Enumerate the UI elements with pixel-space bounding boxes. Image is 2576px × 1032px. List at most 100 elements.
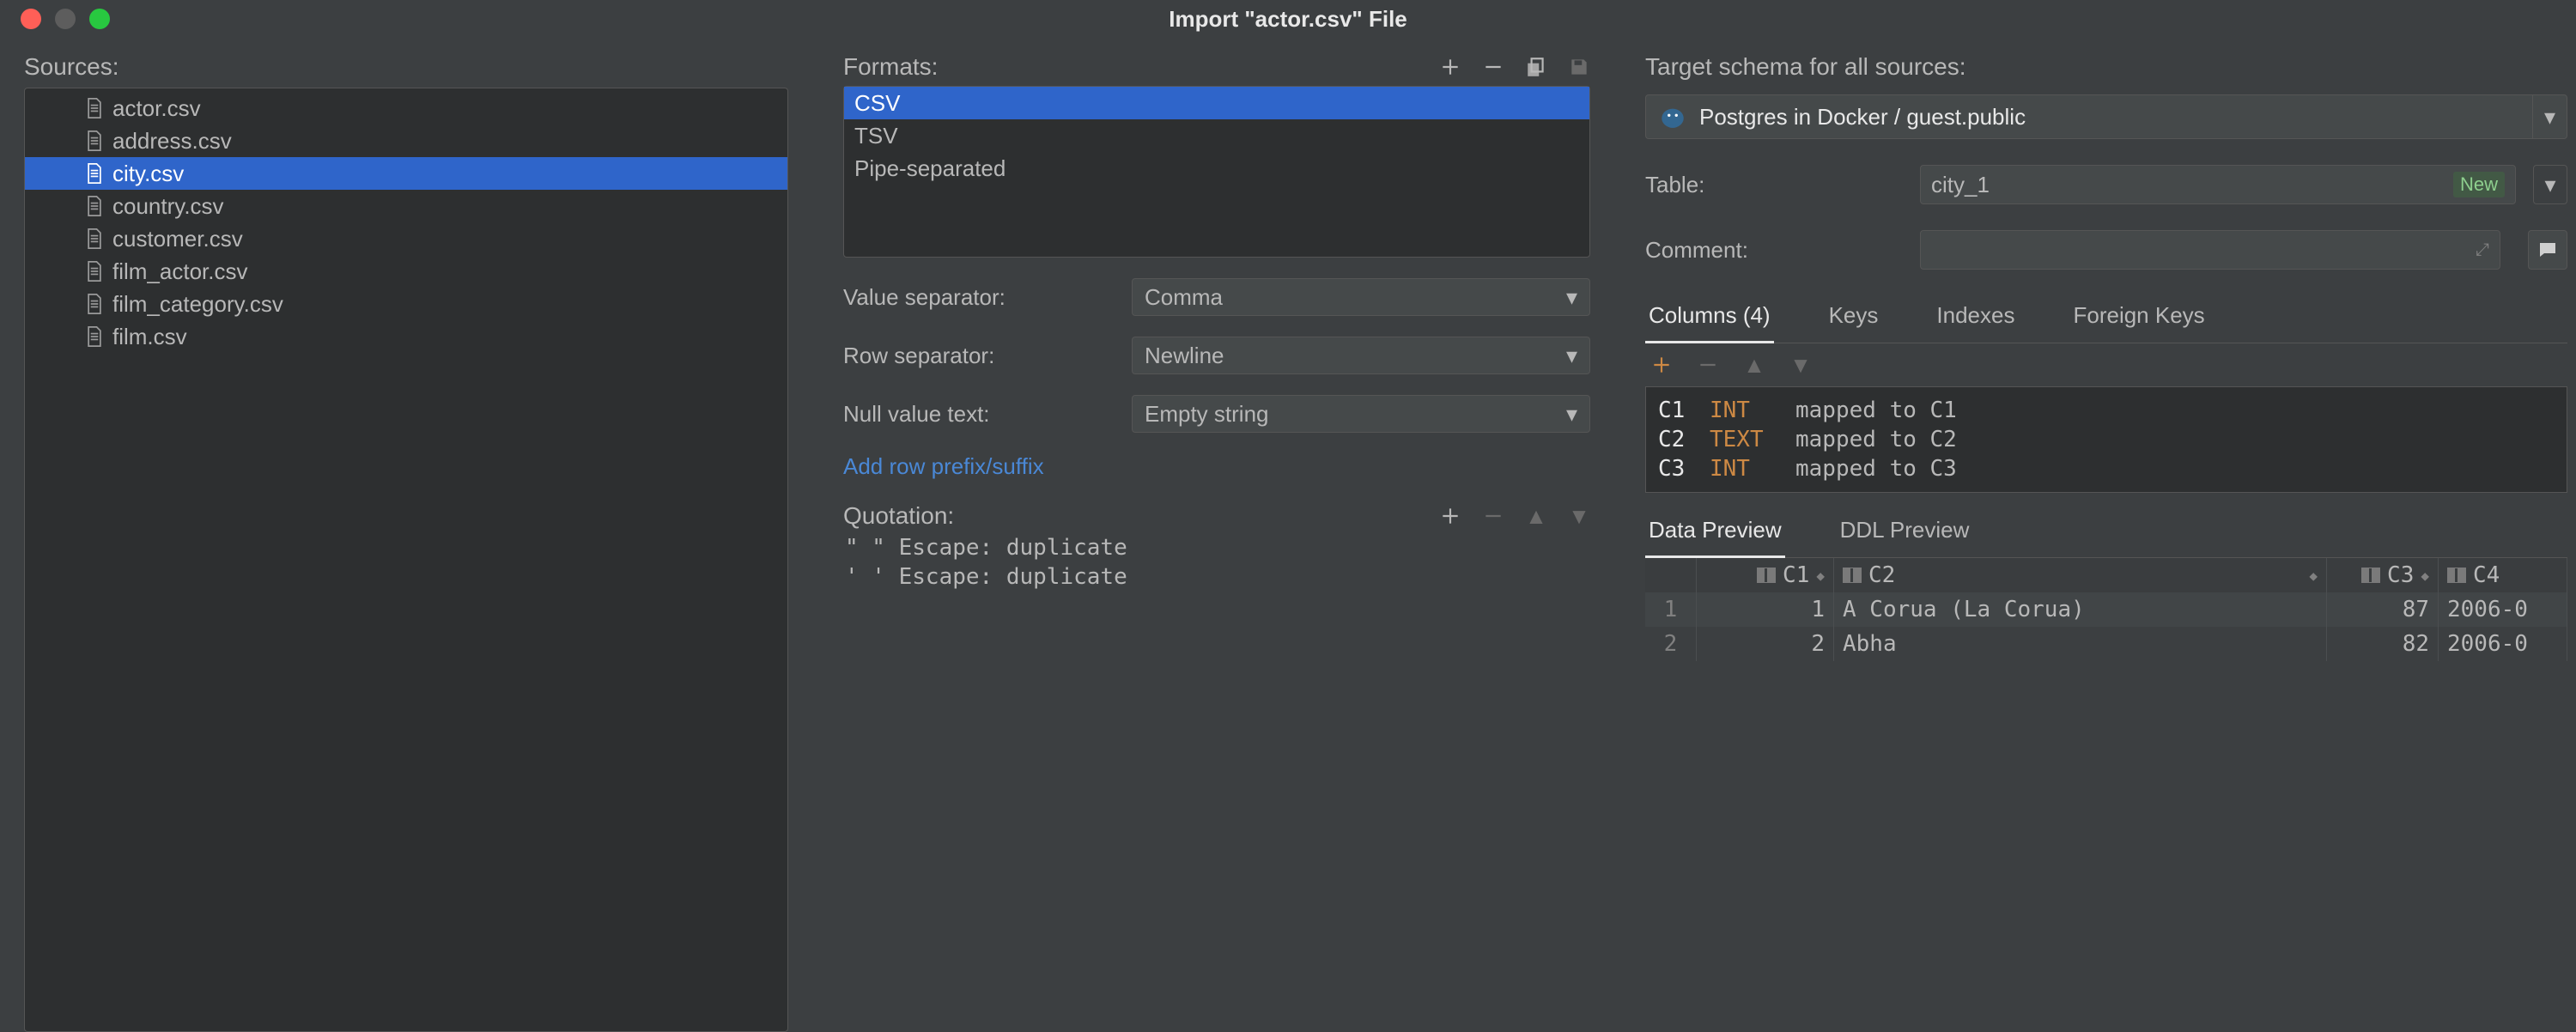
move-up-icon: ▲ bbox=[1525, 505, 1547, 527]
grid-row[interactable]: 11A Corua (La Corua)872006-0 bbox=[1645, 592, 2567, 627]
source-item[interactable]: customer.csv bbox=[25, 222, 787, 255]
source-file-name: film.csv bbox=[112, 324, 187, 350]
source-item[interactable]: address.csv bbox=[25, 124, 787, 157]
format-item[interactable]: CSV bbox=[844, 87, 1589, 119]
column-mapping-row[interactable]: C1INTmapped to C1 bbox=[1658, 396, 2555, 425]
source-item[interactable]: film.csv bbox=[25, 320, 787, 353]
table-name-input[interactable]: city_1 New bbox=[1920, 165, 2516, 204]
column-type: INT bbox=[1710, 398, 1795, 423]
cell-c4[interactable]: 2006-0 bbox=[2439, 592, 2567, 627]
grid-header-c2[interactable]: C2◆ bbox=[1834, 558, 2327, 592]
source-item[interactable]: actor.csv bbox=[25, 92, 787, 124]
column-mapping-row[interactable]: C3INTmapped to C3 bbox=[1658, 454, 2555, 483]
tab-indexes[interactable]: Indexes bbox=[1933, 295, 2018, 343]
target-schema-chevron[interactable]: ▾ bbox=[2532, 95, 2567, 138]
row-separator-select[interactable]: Newline ▾ bbox=[1132, 337, 1590, 374]
file-icon bbox=[85, 228, 104, 249]
maximize-window-button[interactable] bbox=[89, 9, 110, 29]
file-icon bbox=[85, 98, 104, 118]
cell-c2[interactable]: Abha bbox=[1834, 627, 2327, 661]
tab-data-preview[interactable]: Data Preview bbox=[1645, 510, 1785, 558]
grid-header-row: C1◆ C2◆ C3◆ C4 bbox=[1645, 558, 2567, 592]
tab-keys[interactable]: Keys bbox=[1826, 295, 1882, 343]
window-controls bbox=[21, 9, 110, 29]
column-mapping-row[interactable]: C2TEXTmapped to C2 bbox=[1658, 425, 2555, 454]
row-number: 1 bbox=[1645, 592, 1697, 627]
column-mapping-list: C1INTmapped to C1C2TEXTmapped to C2C3INT… bbox=[1645, 386, 2567, 493]
comment-input[interactable]: ⤢ bbox=[1920, 230, 2500, 270]
source-file-name: film_category.csv bbox=[112, 291, 283, 318]
column-down-icon: ▼ bbox=[1789, 354, 1812, 376]
null-value-label: Null value text: bbox=[843, 401, 1118, 428]
titlebar: Import "actor.csv" File bbox=[0, 0, 2576, 38]
grid-header-c4[interactable]: C4 bbox=[2439, 558, 2567, 592]
add-column-icon[interactable] bbox=[1650, 354, 1673, 376]
grid-corner bbox=[1645, 558, 1697, 592]
window-title: Import "actor.csv" File bbox=[0, 6, 2576, 33]
tab-foreign-keys[interactable]: Foreign Keys bbox=[2069, 295, 2208, 343]
cell-c4[interactable]: 2006-0 bbox=[2439, 627, 2567, 661]
comment-dialog-button[interactable] bbox=[2528, 230, 2567, 270]
minimize-window-button[interactable] bbox=[55, 9, 76, 29]
column-icon bbox=[1843, 568, 1862, 583]
tab-columns-4-[interactable]: Columns (4) bbox=[1645, 295, 1774, 343]
close-window-button[interactable] bbox=[21, 9, 41, 29]
chevron-down-icon: ▾ bbox=[1566, 401, 1577, 428]
value-separator-label: Value separator: bbox=[843, 284, 1118, 311]
quotation-item[interactable]: ' ' Escape: duplicate bbox=[843, 562, 1590, 592]
column-icon bbox=[2447, 568, 2466, 583]
target-schema-select[interactable]: Postgres in Docker / guest.public ▾ bbox=[1645, 94, 2567, 139]
cell-c2[interactable]: A Corua (La Corua) bbox=[1834, 592, 2327, 627]
remove-column-icon bbox=[1697, 354, 1719, 376]
source-item[interactable]: city.csv bbox=[25, 157, 787, 190]
expand-icon[interactable]: ⤢ bbox=[2476, 240, 2489, 260]
target-schema-label: Target schema for all sources: bbox=[1645, 53, 2567, 81]
grid-header-c3[interactable]: C3◆ bbox=[2327, 558, 2439, 592]
file-icon bbox=[85, 294, 104, 314]
quotation-list: " " Escape: duplicate' ' Escape: duplica… bbox=[843, 533, 1590, 592]
cell-c1[interactable]: 2 bbox=[1697, 627, 1834, 661]
value-separator-select[interactable]: Comma ▾ bbox=[1132, 278, 1590, 316]
file-icon bbox=[85, 163, 104, 184]
grid-header-c1[interactable]: C1◆ bbox=[1697, 558, 1834, 592]
cell-c1[interactable]: 1 bbox=[1697, 592, 1834, 627]
postgres-icon bbox=[1658, 102, 1687, 131]
source-item[interactable]: film_actor.csv bbox=[25, 255, 787, 288]
sort-icon: ◆ bbox=[2421, 568, 2429, 584]
sources-label: Sources: bbox=[24, 53, 788, 81]
remove-format-icon[interactable] bbox=[1482, 56, 1504, 78]
column-tabs: Columns (4) Keys Indexes Foreign Keys bbox=[1645, 295, 2567, 343]
source-file-name: film_actor.csv bbox=[112, 258, 248, 285]
source-item[interactable]: country.csv bbox=[25, 190, 787, 222]
comment-label: Comment: bbox=[1645, 237, 1903, 264]
copy-format-icon[interactable] bbox=[1525, 56, 1547, 78]
source-item[interactable]: film_category.csv bbox=[25, 288, 787, 320]
quotation-item[interactable]: " " Escape: duplicate bbox=[843, 533, 1590, 562]
null-value-select[interactable]: Empty string ▾ bbox=[1132, 395, 1590, 433]
format-item[interactable]: TSV bbox=[844, 119, 1589, 152]
source-file-name: actor.csv bbox=[112, 95, 201, 122]
source-file-name: city.csv bbox=[112, 161, 184, 187]
column-mapping: mapped to C2 bbox=[1795, 427, 1957, 452]
source-file-name: customer.csv bbox=[112, 226, 243, 252]
sort-icon: ◆ bbox=[1816, 568, 1825, 584]
add-quotation-icon[interactable] bbox=[1439, 505, 1461, 527]
table-history-button[interactable]: ▾ bbox=[2533, 165, 2567, 204]
cell-c3[interactable]: 82 bbox=[2327, 627, 2439, 661]
add-row-prefix-suffix-link[interactable]: Add row prefix/suffix bbox=[843, 453, 1590, 480]
save-format-icon bbox=[1568, 56, 1590, 78]
cell-c3[interactable]: 87 bbox=[2327, 592, 2439, 627]
column-type: INT bbox=[1710, 456, 1795, 482]
preview-tabs: Data Preview DDL Preview bbox=[1645, 510, 2567, 558]
add-format-icon[interactable] bbox=[1439, 56, 1461, 78]
grid-row[interactable]: 22Abha822006-0 bbox=[1645, 627, 2567, 661]
file-icon bbox=[85, 326, 104, 347]
tab-ddl-preview[interactable]: DDL Preview bbox=[1837, 510, 1973, 557]
table-label: Table: bbox=[1645, 172, 1903, 198]
formats-label: Formats: bbox=[843, 53, 938, 81]
format-item[interactable]: Pipe-separated bbox=[844, 152, 1589, 185]
column-icon bbox=[1757, 568, 1776, 583]
target-schema-value: Postgres in Docker / guest.public bbox=[1699, 104, 2520, 131]
chevron-down-icon: ▾ bbox=[1566, 284, 1577, 311]
source-file-name: address.csv bbox=[112, 128, 232, 155]
